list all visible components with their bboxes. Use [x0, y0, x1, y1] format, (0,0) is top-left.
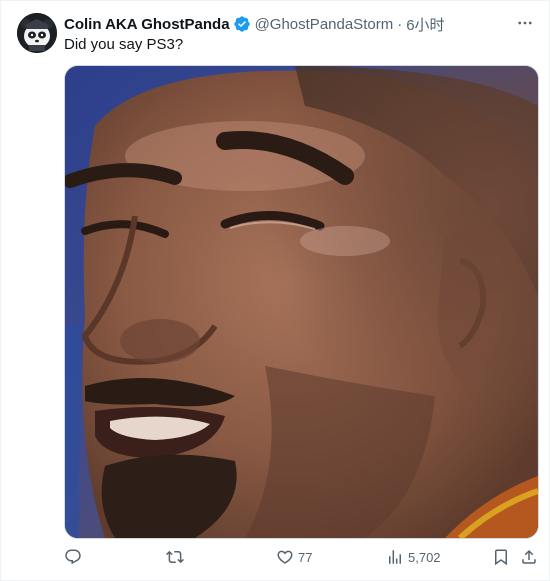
share-button[interactable]: [520, 546, 538, 568]
panda-avatar-icon: [17, 13, 57, 53]
tweet-header: Colin AKA GhostPanda @GhostPandaStorm · …: [64, 14, 499, 34]
heart-icon: [277, 550, 293, 564]
author-name[interactable]: Colin AKA GhostPanda: [64, 16, 230, 33]
tweet-media-image[interactable]: [64, 65, 539, 539]
separator-dot: ·: [397, 15, 403, 33]
views-chart-icon: [389, 550, 401, 564]
more-horizontal-icon: [518, 21, 532, 25]
author-handle[interactable]: @GhostPandaStorm: [255, 16, 394, 33]
more-options-button[interactable]: [515, 13, 535, 33]
reply-button[interactable]: [64, 546, 86, 568]
tweet-card[interactable]: Colin AKA GhostPanda @GhostPandaStorm · …: [0, 0, 550, 581]
avatar[interactable]: [17, 13, 57, 53]
like-button[interactable]: 77: [276, 546, 312, 568]
views-button[interactable]: 5,702: [386, 546, 441, 568]
timestamp[interactable]: 6小时: [406, 14, 444, 35]
tweet-actions: 77 5,702: [64, 546, 538, 568]
like-count: 77: [298, 549, 313, 565]
share-icon: [522, 549, 536, 564]
bookmark-icon: [495, 549, 507, 566]
retweet-icon: [166, 550, 184, 564]
bookmark-button[interactable]: [492, 546, 510, 568]
retweet-button[interactable]: [166, 546, 188, 568]
face-photo-image: [65, 66, 538, 538]
reply-icon: [65, 549, 81, 565]
verified-badge-icon: [233, 15, 251, 33]
tweet-text: Did you say PS3?: [64, 36, 184, 53]
views-count: 5,702: [408, 549, 441, 565]
